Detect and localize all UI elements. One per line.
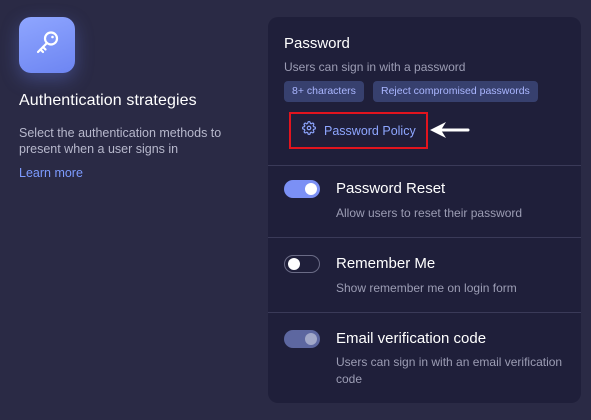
email-verification-toggle[interactable] (284, 330, 320, 348)
learn-more-link[interactable]: Learn more (19, 166, 83, 180)
page-title: Authentication strategies (19, 92, 197, 109)
key-icon (32, 28, 62, 63)
email-verification-title: Email verification code (336, 330, 487, 347)
key-icon-tile (19, 17, 75, 73)
toggle-knob (305, 183, 317, 195)
password-reset-title: Password Reset (336, 180, 446, 197)
auth-methods-card: Password Users can sign in with a passwo… (268, 17, 581, 403)
password-section-subtitle: Users can sign in with a password (284, 60, 466, 74)
auth-strategies-page: Authentication strategies Select the aut… (0, 0, 591, 420)
toggle-knob (287, 257, 300, 270)
password-reset-toggle[interactable] (284, 180, 320, 198)
password-policy-button[interactable]: Password Policy (289, 112, 428, 149)
arrow-left-icon (428, 120, 470, 145)
divider (268, 312, 581, 313)
remember-me-toggle[interactable] (284, 255, 320, 273)
remember-me-title: Remember Me (336, 255, 436, 272)
password-section-title: Password (284, 35, 350, 52)
gear-icon (302, 121, 316, 140)
remember-me-description: Show remember me on login form (336, 281, 517, 295)
chip-min-characters: 8+ characters (284, 81, 364, 102)
divider (268, 237, 581, 238)
password-policy-label: Password Policy (324, 123, 416, 138)
chip-reject-compromised: Reject compromised passwords (373, 81, 538, 102)
toggle-knob (305, 333, 317, 345)
password-reset-description: Allow users to reset their password (336, 206, 523, 220)
divider (268, 165, 581, 166)
page-description: Select the authentication methods to pre… (19, 126, 222, 156)
email-verification-description: Users can sign in with an email verifica… (336, 355, 563, 386)
